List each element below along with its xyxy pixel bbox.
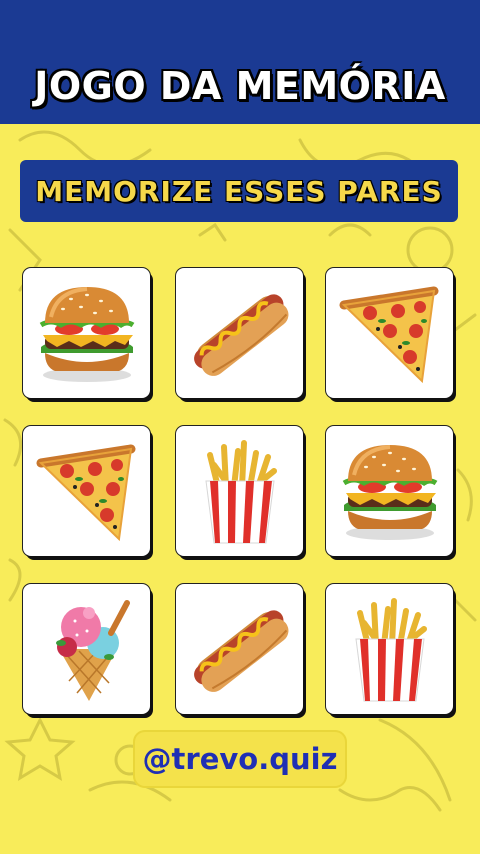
hotdog-icon [186, 602, 296, 701]
hotdog-icon [186, 286, 296, 385]
pizza-icon [334, 277, 446, 389]
ice-cream-icon [31, 593, 143, 705]
memory-card-hotdog[interactable] [176, 584, 303, 714]
burger-icon [334, 435, 446, 547]
creator-handle-badge[interactable]: @trevo.quiz [133, 730, 347, 788]
fries-icon [184, 435, 296, 547]
instruction-banner: MEMORIZE ESSES PARES [20, 160, 458, 222]
memory-card-grid [23, 268, 455, 716]
burger-icon [31, 277, 143, 389]
memory-card-icecream[interactable] [23, 584, 150, 714]
instruction-label: MEMORIZE ESSES PARES [35, 174, 443, 208]
memory-card-burger[interactable] [23, 268, 150, 398]
memory-card-hotdog[interactable] [176, 268, 303, 398]
fries-icon [334, 593, 446, 705]
page-title: JOGO DA MEMÓRIA [34, 64, 446, 108]
memory-card-pizza[interactable] [326, 268, 453, 398]
memory-card-fries[interactable] [176, 426, 303, 556]
memory-card-fries[interactable] [326, 584, 453, 714]
memory-card-pizza[interactable] [23, 426, 150, 556]
memory-card-burger[interactable] [326, 426, 453, 556]
pizza-icon [31, 435, 143, 547]
creator-handle: @trevo.quiz [142, 742, 338, 776]
